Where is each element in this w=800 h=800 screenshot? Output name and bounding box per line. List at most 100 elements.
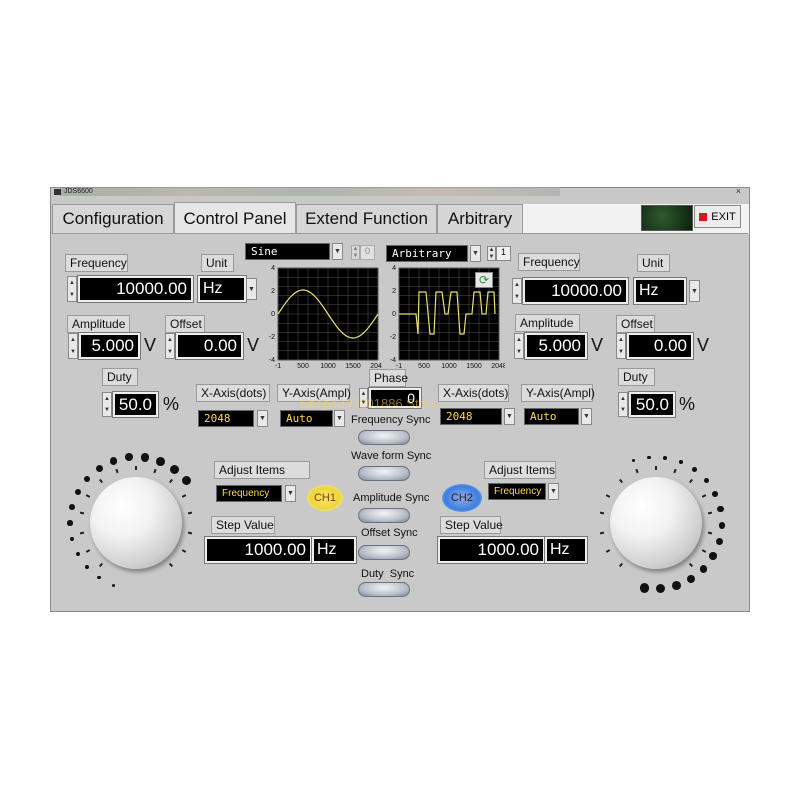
exit-button[interactable]: EXIT	[694, 205, 741, 228]
ch2-frequency-stepper[interactable]: ▲ ▼	[512, 278, 522, 304]
ch1-waveform-index-stepper[interactable]: ▲ ▼	[351, 245, 360, 260]
x-tick-label: -1	[275, 363, 281, 370]
waveform-sync-toggle[interactable]	[358, 466, 410, 481]
ch1-step-unit: Hz	[311, 536, 357, 564]
ch2-x-axis-select[interactable]: 2048	[440, 408, 502, 425]
amplitude-sync-toggle[interactable]	[358, 508, 410, 523]
knob-tick	[701, 548, 706, 553]
ch1-duty-label: Duty	[102, 368, 138, 386]
knob-tick	[708, 512, 713, 515]
ch2-waveform-select[interactable]: Arbitrary	[386, 245, 468, 262]
ch2-waveform-index-stepper[interactable]: ▲ ▼	[487, 246, 496, 261]
knob-tick	[655, 466, 657, 470]
ch1-offset-display[interactable]: 0.00	[175, 332, 244, 360]
ch2-amplitude-display[interactable]: 5.000	[524, 332, 588, 360]
ch1-frequency-stepper[interactable]: ▲ ▼	[67, 276, 77, 302]
ch2-amplitude-stepper[interactable]: ▲ ▼	[514, 333, 524, 359]
knob-level-dot	[74, 488, 81, 496]
refresh-icon[interactable]: ⟳	[475, 272, 493, 288]
ch2-x-axis-dropdown-icon[interactable]: ▼	[504, 408, 515, 425]
tab-control-panel[interactable]: Control Panel	[174, 202, 296, 234]
ch1-amplitude-stepper[interactable]: ▲ ▼	[68, 333, 78, 359]
ch1-offset-label: Offset	[165, 315, 205, 333]
knob-level-dot	[712, 491, 719, 497]
knob-level-dot	[686, 574, 696, 584]
ch1-amplitude-label: Amplitude	[67, 315, 130, 333]
ch1-badge[interactable]: CH1	[307, 485, 343, 511]
ch1-adjust-items-select[interactable]: Frequency	[216, 485, 282, 502]
knob-level-dot	[69, 536, 75, 542]
ch1-waveform-index[interactable]: 0	[360, 245, 375, 260]
knob-tick	[701, 493, 706, 498]
ch1-x-axis-select[interactable]: 2048	[198, 410, 254, 427]
ch2-offset-display[interactable]: 0.00	[626, 332, 694, 360]
ch2-offset-stepper[interactable]: ▲ ▼	[616, 333, 626, 359]
offset-sync-label: Offset Sync	[361, 527, 418, 539]
tab-arbitrary[interactable]: Arbitrary	[437, 204, 523, 234]
ch2-duty-stepper[interactable]: ▲ ▼	[618, 392, 628, 417]
ch2-duty-label: Duty	[618, 368, 655, 386]
ch2-knob-assembly[interactable]	[590, 455, 740, 595]
ch2-step-value-display[interactable]: 1000.00	[437, 536, 546, 564]
ch2-badge[interactable]: CH2	[442, 484, 482, 512]
ch1-knob-assembly[interactable]	[60, 453, 210, 595]
ch1-offset-stepper[interactable]: ▲ ▼	[165, 333, 175, 359]
frequency-sync-toggle[interactable]	[358, 430, 410, 445]
knob-tick	[181, 548, 186, 553]
ch1-duty-unit: %	[163, 394, 180, 414]
ch1-waveform-select[interactable]: Sine	[245, 243, 330, 260]
knob-tick	[635, 469, 639, 474]
knob-level-dot	[699, 564, 708, 573]
ch2-step-unit: Hz	[544, 536, 588, 564]
knob-tick	[98, 562, 103, 568]
ch2-adjust-knob[interactable]	[610, 477, 702, 569]
ch1-duty-display[interactable]: 50.0	[112, 391, 159, 418]
knob-level-dot	[647, 455, 651, 460]
ch2-y-axis-dropdown-icon[interactable]: ▼	[581, 408, 592, 425]
ch1-duty-stepper[interactable]: ▲ ▼	[102, 392, 112, 417]
offset-sync-toggle[interactable]	[358, 545, 410, 560]
ch1-unit-dropdown-icon[interactable]: ▼	[246, 278, 257, 300]
ch1-x-axis-dropdown-icon[interactable]: ▼	[257, 410, 268, 427]
ch2-y-axis-select[interactable]: Auto	[524, 408, 579, 425]
x-tick-label: 2048	[491, 363, 505, 370]
knob-level-dot	[631, 459, 635, 463]
tab-configuration[interactable]: Configuration	[52, 204, 174, 234]
y-tick-label: 2	[392, 288, 396, 295]
ch2-adjust-items-label: Adjust Items	[484, 461, 556, 479]
ch1-frequency-display[interactable]: 10000.00	[77, 275, 194, 303]
ch2-frequency-display[interactable]: 10000.00	[522, 277, 629, 305]
ch2-amplitude-label: Amplitude	[515, 314, 580, 332]
ch2-adjust-items-dropdown-icon[interactable]: ▼	[548, 483, 559, 500]
knob-tick	[79, 512, 84, 515]
ch1-step-value-display[interactable]: 1000.00	[204, 536, 313, 564]
ch1-adjust-knob[interactable]	[90, 477, 182, 569]
waveform-sync-label: Wave form Sync	[351, 450, 432, 462]
ch2-waveform-dropdown-icon[interactable]: ▼	[470, 245, 481, 262]
close-icon[interactable]: ×	[736, 186, 741, 196]
ch1-amplitude-display[interactable]: 5.000	[78, 332, 141, 360]
knob-level-dot	[69, 504, 75, 510]
knob-level-dot	[655, 584, 666, 594]
ch2-unit-select[interactable]: Hz	[633, 277, 687, 305]
ch2-waveform-index[interactable]: 1	[496, 246, 511, 261]
ch2-adjust-items-select[interactable]: Frequency	[488, 483, 546, 500]
knob-tick	[606, 493, 611, 498]
duty-sync-label: Duty Sync	[361, 568, 415, 580]
tab-extend-function[interactable]: Extend Function	[296, 204, 437, 234]
duty-sync-toggle[interactable]	[358, 582, 410, 597]
ch2-duty-display[interactable]: 50.0	[628, 391, 676, 418]
window-title: JDS6600	[64, 188, 93, 195]
ch1-waveform-dropdown-icon[interactable]: ▼	[332, 243, 343, 260]
ch1-unit-select[interactable]: Hz	[197, 275, 247, 303]
exit-icon	[699, 212, 708, 221]
ch1-adjust-items-dropdown-icon[interactable]: ▼	[285, 485, 296, 502]
ch2-unit-dropdown-icon[interactable]: ▼	[689, 280, 700, 302]
y-tick-label: -2	[390, 334, 396, 341]
ch1-y-axis-dropdown-icon[interactable]: ▼	[334, 410, 345, 427]
ch1-y-axis-select[interactable]: Auto	[280, 410, 333, 427]
knob-level-dot	[639, 583, 650, 593]
knob-level-dot	[156, 457, 166, 467]
ch2-offset-unit: V	[697, 335, 710, 355]
knob-tick	[618, 562, 623, 568]
